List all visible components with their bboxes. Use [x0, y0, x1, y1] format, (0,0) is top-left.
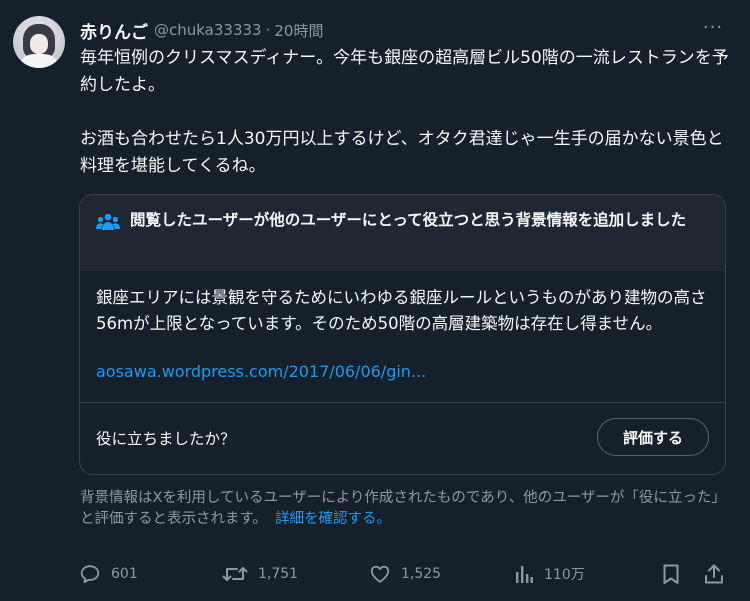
rate-button[interactable]: 評価する — [597, 418, 709, 456]
community-note-source-link[interactable]: aosawa.wordpress.com/2017/06/06/gin... — [96, 362, 426, 381]
community-note-title: 閲覧したユーザーが他のユーザーにとって役立つと思う背景情報を追加しました — [130, 211, 687, 229]
divider — [80, 402, 725, 403]
share-icon — [705, 564, 723, 584]
community-note-footnote: 背景情報はXを利用しているユーザーにより作成されたものであり、他のユーザーが「役… — [80, 488, 720, 530]
like-count: 1,525 — [401, 566, 442, 582]
reply-action[interactable]: 601 — [79, 560, 138, 588]
tweet-text-paragraph-2: お酒も合わせたら1人30万円以上するけど、オタク君達じゃ一生手の届かない景色と料… — [80, 129, 724, 176]
learn-more-link[interactable]: 詳細を確認する。 — [275, 511, 391, 527]
community-note: 閲覧したユーザーが他のユーザーにとって役立つと思う背景情報を追加しました 銀座エ… — [79, 194, 726, 475]
views-action[interactable]: 110万 — [514, 560, 585, 588]
tweet-text-paragraph-1: 毎年恒例のクリスマスディナー。今年も銀座の超高層ビル50階の一流レストランを予約… — [80, 48, 729, 95]
heart-icon — [370, 565, 390, 583]
reply-icon — [80, 565, 100, 584]
user-handle[interactable]: @chuka33333 — [154, 21, 262, 39]
community-note-header: 閲覧したユーザーが他のユーザーにとって役立つと思う背景情報を追加しました — [80, 195, 725, 271]
display-name[interactable]: 赤りんご — [80, 18, 148, 43]
more-options-icon[interactable]: ··· — [700, 18, 726, 42]
bookmark-action[interactable] — [661, 560, 681, 588]
separator-dot: · — [265, 21, 271, 39]
tweet: 赤りんご @chuka33333 · 20時間 ··· 毎年恒例のクリスマスディ… — [0, 0, 750, 601]
share-action[interactable] — [703, 560, 725, 588]
people-icon — [96, 213, 120, 230]
views-icon — [516, 566, 533, 583]
views-count: 110万 — [544, 567, 585, 583]
repost-icon — [222, 567, 248, 581]
tweet-header: 赤りんご @chuka33333 · 20時間 — [80, 18, 323, 43]
avatar[interactable] — [13, 16, 65, 68]
helpful-question: 役に立ちましたか？ — [96, 430, 236, 448]
tweet-text: 毎年恒例のクリスマスディナー。今年も銀座の超高層ビル50階の一流レストランを予約… — [80, 45, 730, 180]
bookmark-icon — [663, 564, 679, 584]
reply-count: 601 — [111, 566, 138, 582]
repost-count: 1,751 — [258, 566, 299, 582]
repost-action[interactable]: 1,751 — [222, 560, 298, 588]
community-note-body: 銀座エリアには景観を守るためにいわゆる銀座ルールというものがあり建物の高さ56m… — [96, 288, 707, 333]
timestamp[interactable]: 20時間 — [274, 20, 323, 41]
like-action[interactable]: 1,525 — [369, 560, 441, 588]
footnote-text: 背景情報はXを利用しているユーザーにより作成されたものであり、他のユーザーが「役… — [80, 490, 719, 527]
